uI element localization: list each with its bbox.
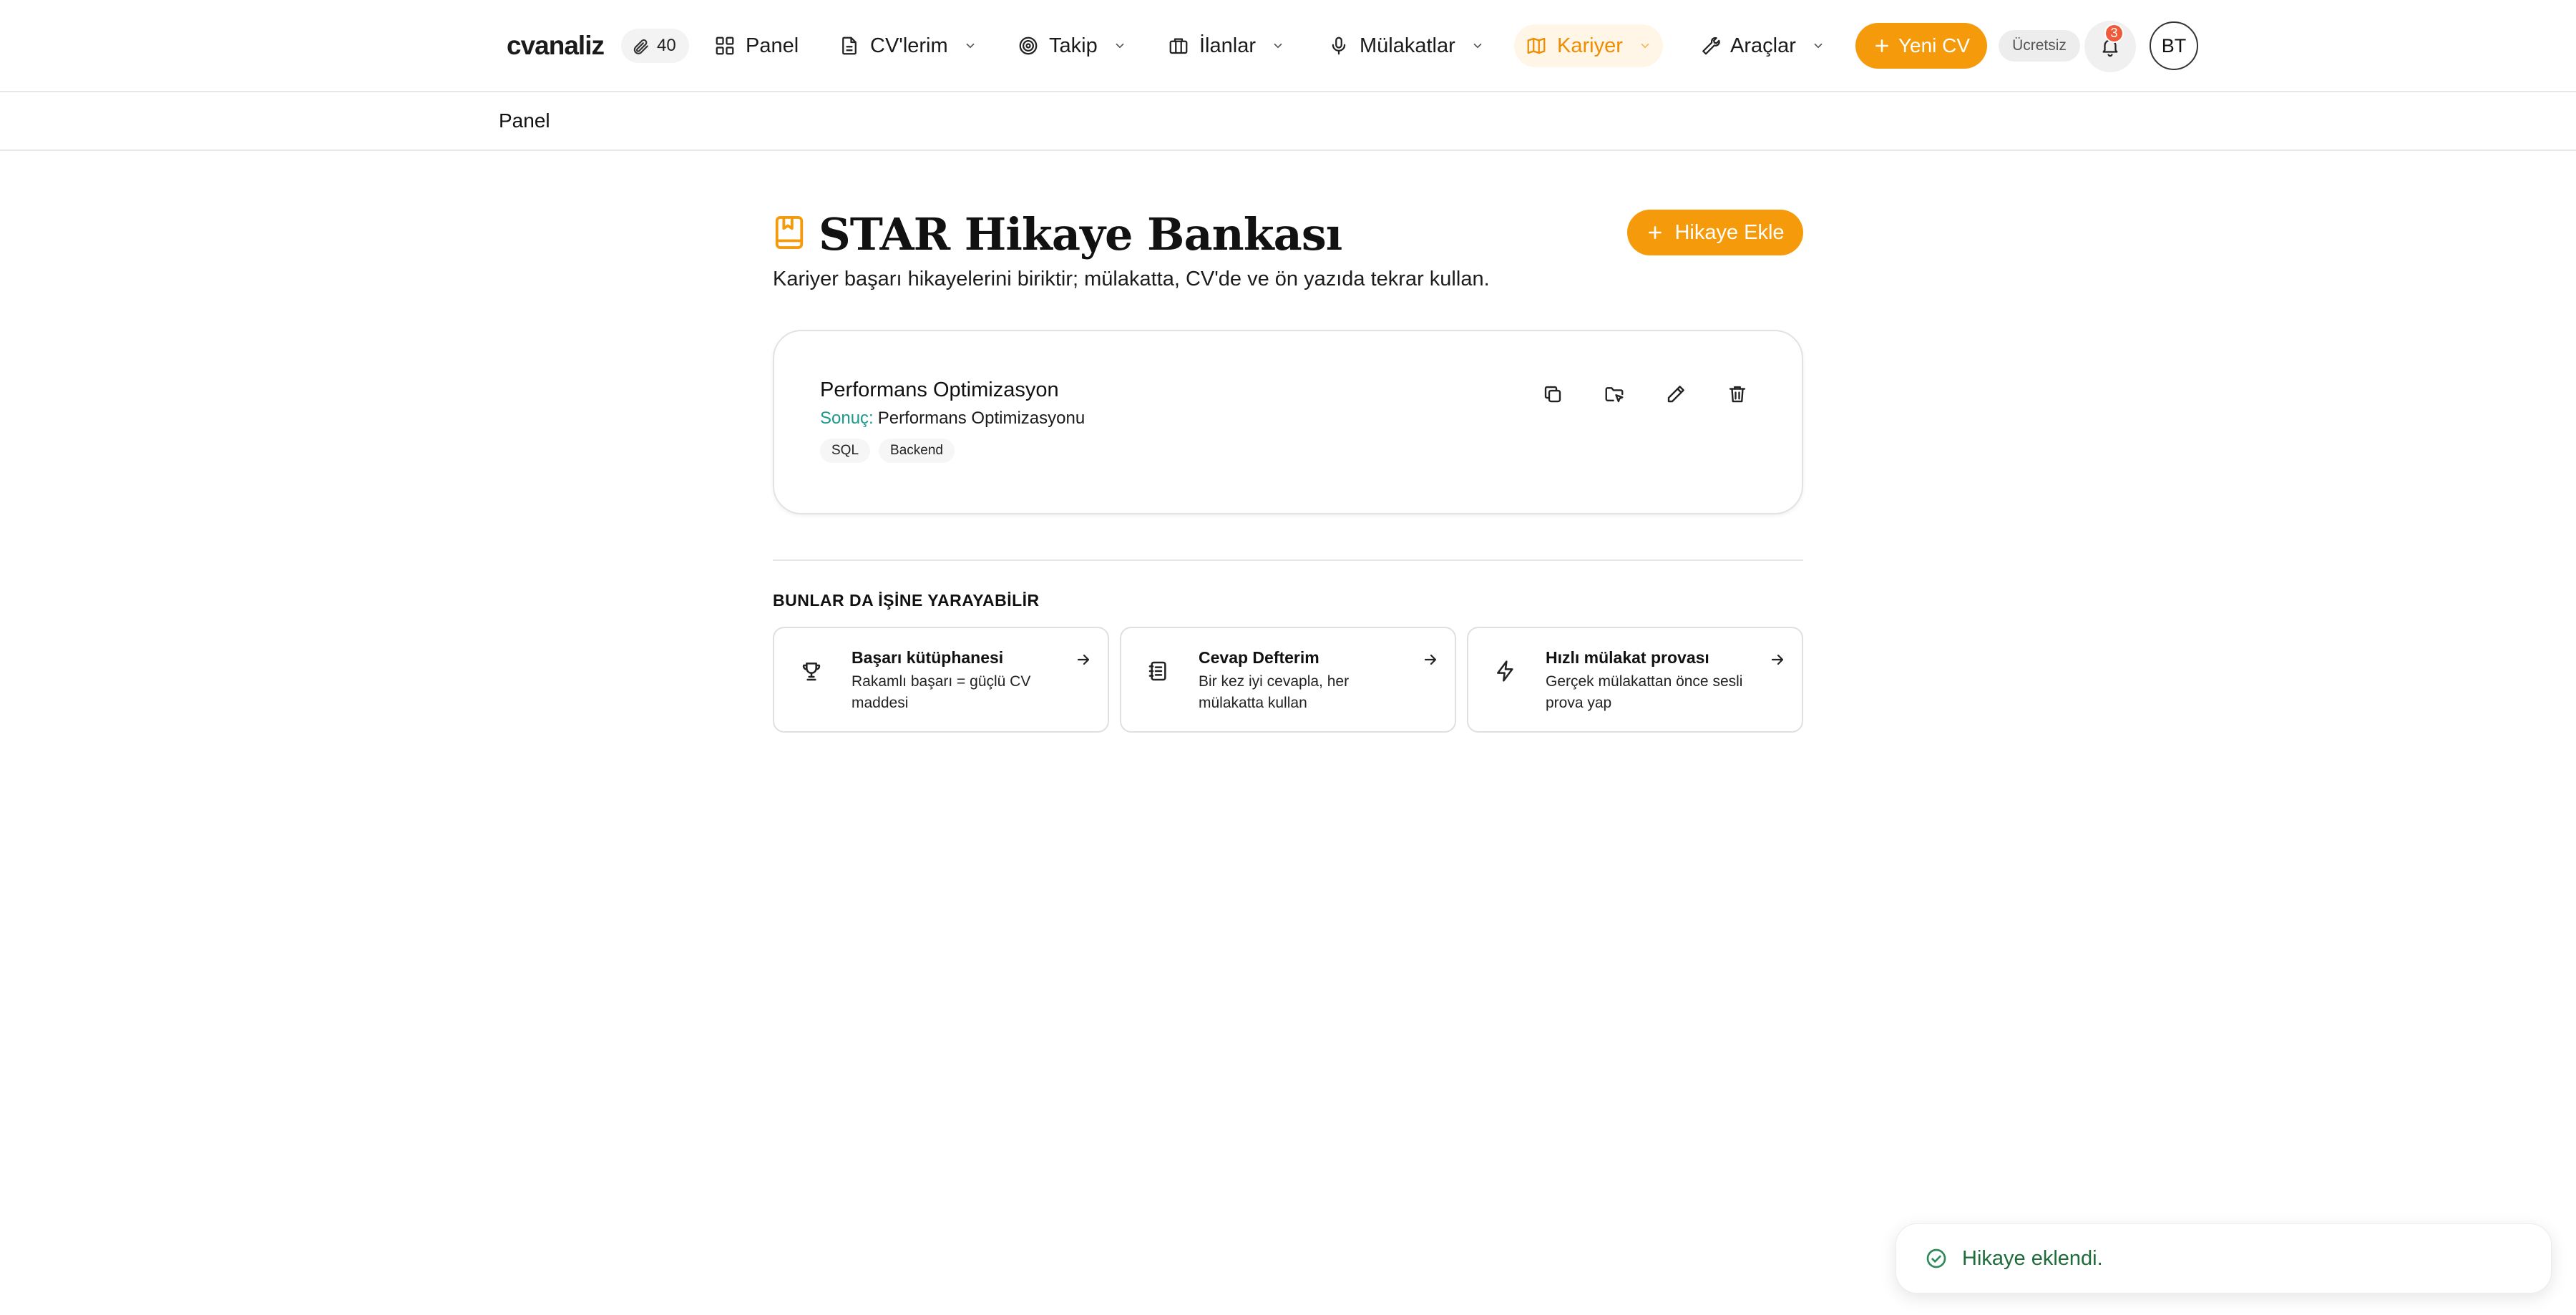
nav-araclar[interactable]: Araçlar bbox=[1687, 24, 1836, 67]
nav-label: CV'lerim bbox=[870, 34, 948, 57]
nav-label: Mülakatlar bbox=[1360, 34, 1455, 57]
nav-label: Kariyer bbox=[1557, 34, 1623, 57]
nav-cvlerim[interactable]: CV'lerim bbox=[827, 24, 988, 67]
toast-message: Hikaye eklendi. bbox=[1962, 1246, 2103, 1270]
nav-label: İlanlar bbox=[1199, 34, 1256, 57]
edit-button[interactable] bbox=[1656, 374, 1696, 414]
nav-mulakatlar[interactable]: Mülakatlar bbox=[1317, 24, 1496, 67]
pencil-icon bbox=[1665, 383, 1687, 405]
bookmark-book-icon bbox=[773, 215, 806, 250]
chevron-down-icon bbox=[1113, 39, 1126, 52]
avatar[interactable]: BT bbox=[2150, 21, 2198, 70]
grid-icon bbox=[714, 35, 736, 57]
arrow-right-icon bbox=[1769, 651, 1786, 668]
arrow-right-icon bbox=[1075, 651, 1092, 668]
related-card-desc: Rakamlı başarı = güçlü CV maddesi bbox=[852, 673, 1031, 711]
delete-button[interactable] bbox=[1717, 374, 1757, 414]
result-label: Sonuç: bbox=[820, 409, 874, 428]
trophy-icon bbox=[800, 660, 823, 683]
plus-icon bbox=[1646, 223, 1664, 242]
plan-badge: Ücretsiz bbox=[1999, 30, 2080, 62]
chevron-down-icon bbox=[1812, 39, 1825, 52]
chevron-down-icon bbox=[1471, 39, 1484, 52]
related-card-desc: Gerçek mülakattan önce sesli prova yap bbox=[1546, 673, 1743, 711]
target-icon bbox=[1018, 35, 1039, 57]
nav-panel[interactable]: Panel bbox=[703, 24, 810, 67]
notification-count-badge: 3 bbox=[2104, 24, 2124, 43]
story-actions bbox=[1533, 374, 1757, 414]
story-tags: SQL Backend bbox=[820, 439, 955, 463]
folder-move-icon bbox=[1604, 383, 1625, 405]
chevron-down-icon bbox=[1272, 39, 1284, 52]
related-card-title: Cevap Defterim bbox=[1199, 648, 1319, 667]
story-card[interactable]: Performans Optimizasyon Sonuç: Performans… bbox=[773, 330, 1803, 514]
nav-label: Araçlar bbox=[1730, 34, 1796, 57]
notebook-icon bbox=[1147, 660, 1170, 683]
toast-notification: Hikaye eklendi. bbox=[1896, 1223, 2552, 1294]
brand-logo[interactable]: cvanaliz bbox=[507, 30, 605, 62]
nav-label: Takip bbox=[1049, 34, 1098, 57]
top-navigation: cvanaliz 40 Panel CV'lerim Takip İlanlar… bbox=[0, 0, 2576, 92]
paperclip-icon bbox=[631, 36, 650, 55]
related-card-title: Hızlı mülakat provası bbox=[1546, 648, 1709, 667]
related-card-answer-book[interactable]: Cevap Defterim Bir kez iyi cevapla, her … bbox=[1120, 627, 1456, 733]
page-title: STAR Hikaye Bankası bbox=[819, 208, 1342, 260]
nav-label: Panel bbox=[746, 34, 799, 57]
move-to-folder-button[interactable] bbox=[1594, 374, 1634, 414]
arrow-right-icon bbox=[1422, 651, 1439, 668]
trash-icon bbox=[1727, 383, 1748, 405]
new-cv-label: Yeni CV bbox=[1898, 34, 1971, 57]
plus-icon bbox=[1873, 36, 1891, 55]
nav-ilanlar[interactable]: İlanlar bbox=[1156, 24, 1296, 67]
copy-icon bbox=[1542, 383, 1563, 405]
check-circle-icon bbox=[1925, 1247, 1948, 1270]
new-cv-button[interactable]: Yeni CV bbox=[1855, 23, 1987, 69]
tag: SQL bbox=[820, 439, 871, 463]
related-card-desc: Bir kez iyi cevapla, her mülakatta kulla… bbox=[1199, 673, 1350, 711]
breadcrumb: Panel bbox=[0, 94, 2576, 151]
story-title: Performans Optimizasyon bbox=[820, 378, 1059, 401]
microphone-icon bbox=[1328, 35, 1350, 57]
story-result: Sonuç: Performans Optimizasyonu bbox=[820, 409, 1085, 429]
related-card-title: Başarı kütüphanesi bbox=[852, 648, 1004, 667]
nav-kariyer[interactable]: Kariyer bbox=[1514, 24, 1663, 67]
credits-counter[interactable]: 40 bbox=[621, 29, 689, 63]
chevron-down-icon bbox=[964, 39, 977, 52]
credits-value: 40 bbox=[657, 36, 676, 55]
nav-takip[interactable]: Takip bbox=[1006, 24, 1138, 67]
related-card-achievements[interactable]: Başarı kütüphanesi Rakamlı başarı = güçl… bbox=[773, 627, 1109, 733]
related-card-quick-rehearsal[interactable]: Hızlı mülakat provası Gerçek mülakattan … bbox=[1467, 627, 1803, 733]
page-subtitle: Kariyer başarı hikayelerini biriktir; mü… bbox=[773, 268, 1490, 290]
file-icon bbox=[839, 35, 860, 57]
related-heading: BUNLAR DA İŞİNE YARAYABİLİR bbox=[773, 591, 1040, 610]
breadcrumb-item[interactable]: Panel bbox=[499, 109, 550, 132]
section-divider bbox=[773, 559, 1803, 561]
result-value: Performans Optimizasyonu bbox=[877, 409, 1085, 428]
lightning-icon bbox=[1494, 660, 1517, 683]
copy-button[interactable] bbox=[1533, 374, 1573, 414]
map-icon bbox=[1526, 35, 1547, 57]
add-story-button[interactable]: Hikaye Ekle bbox=[1627, 210, 1803, 255]
add-story-label: Hikaye Ekle bbox=[1674, 220, 1785, 244]
briefcase-icon bbox=[1168, 35, 1189, 57]
chevron-down-icon bbox=[1639, 39, 1652, 52]
wrench-icon bbox=[1699, 35, 1720, 57]
tag: Backend bbox=[879, 439, 955, 463]
